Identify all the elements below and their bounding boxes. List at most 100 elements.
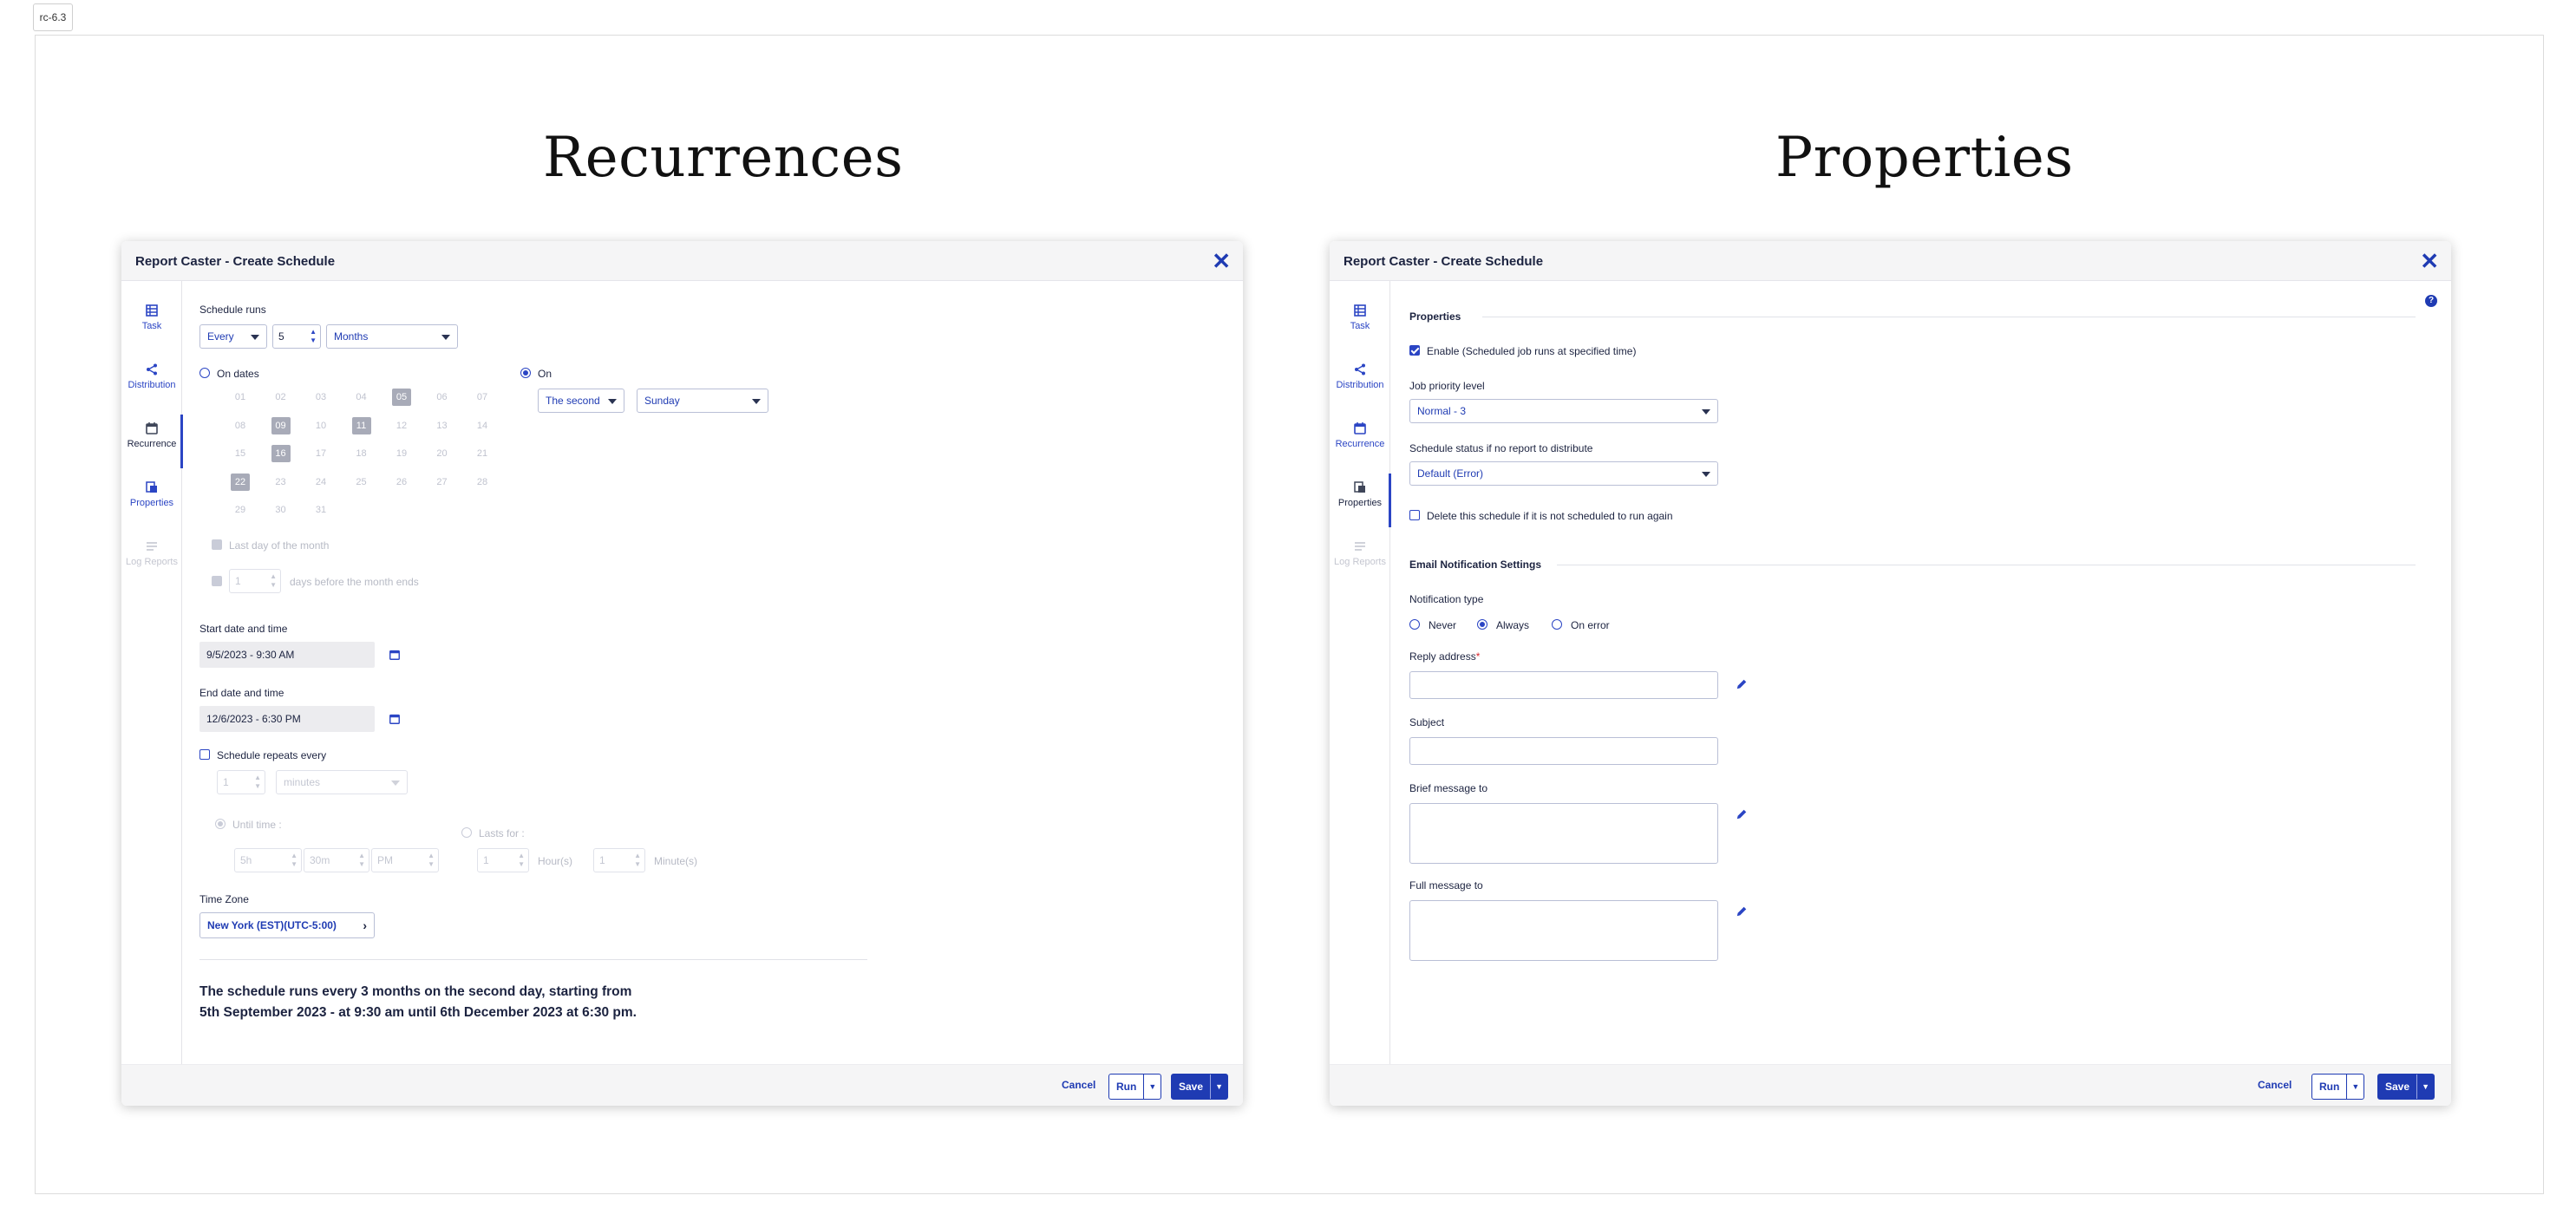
day-cell[interactable]: 15 — [231, 445, 250, 462]
unit-select[interactable]: Months — [326, 324, 458, 349]
day-cell[interactable]: 09 — [271, 416, 291, 434]
frequency-select[interactable]: Every — [199, 324, 267, 349]
until-hour-stepper[interactable]: 5h ▲ ▼ — [234, 848, 302, 872]
notify-never-radio[interactable] — [1409, 619, 1420, 630]
day-cell[interactable]: 10 — [311, 417, 330, 434]
stepper-arrows-icon[interactable]: ▲ ▼ — [518, 852, 525, 869]
stepper-arrows-icon[interactable]: ▲ ▼ — [428, 852, 435, 869]
chevron-down-icon[interactable]: ▼ — [1210, 1074, 1227, 1099]
on-radio[interactable] — [520, 368, 531, 378]
nav-item-properties[interactable]: Properties — [1330, 474, 1391, 527]
day-cell[interactable]: 03 — [311, 389, 330, 406]
edit-pencil-icon[interactable] — [1736, 905, 1748, 918]
day-cell[interactable]: 04 — [352, 389, 371, 406]
stepper-arrows-icon[interactable]: ▲ ▼ — [270, 572, 277, 590]
day-cell[interactable]: 25 — [352, 474, 371, 491]
lasts-for-radio[interactable] — [461, 827, 472, 838]
day-cell[interactable]: 31 — [311, 501, 330, 519]
day-cell[interactable]: 06 — [433, 389, 452, 406]
until-minute-stepper[interactable]: 30m ▲ ▼ — [304, 848, 369, 872]
stepper-arrows-icon[interactable]: ▲ ▼ — [291, 852, 297, 869]
weekday-select[interactable]: Sunday — [637, 389, 768, 413]
repeats-stepper[interactable]: 1 ▲ ▼ — [217, 770, 265, 794]
run-button[interactable]: Run — [2312, 1074, 2346, 1099]
days-before-stepper[interactable]: 1 ▲ ▼ — [229, 569, 281, 593]
last-day-checkbox[interactable] — [212, 539, 222, 550]
day-cell[interactable]: 18 — [352, 445, 371, 462]
calendar-picker-icon[interactable] — [389, 713, 401, 725]
day-cell[interactable]: 22 — [231, 473, 250, 491]
stepper-arrows-icon[interactable]: ▲ ▼ — [254, 774, 261, 791]
lasts-hours-stepper[interactable]: 1 ▲ ▼ — [477, 848, 529, 872]
day-cell[interactable]: 28 — [473, 474, 492, 491]
nav-item-task[interactable]: Task — [121, 297, 182, 350]
lasts-minutes-stepper[interactable]: 1 ▲ ▼ — [593, 848, 645, 872]
day-cell[interactable]: 17 — [311, 445, 330, 462]
stepper-arrows-icon[interactable]: ▲ ▼ — [358, 852, 365, 869]
cancel-button[interactable]: Cancel — [1062, 1079, 1095, 1091]
delete-checkbox[interactable] — [1409, 510, 1420, 520]
day-cell[interactable]: 08 — [231, 417, 250, 434]
day-cell[interactable]: 27 — [433, 474, 452, 491]
end-date-field[interactable]: 12/6/2023 - 6:30 PM — [199, 706, 375, 732]
day-cell[interactable]: 13 — [433, 417, 452, 434]
nav-item-task[interactable]: Task — [1330, 297, 1390, 350]
reply-address-field[interactable] — [1409, 671, 1718, 699]
status-select[interactable]: Default (Error) — [1409, 461, 1718, 486]
day-cell[interactable]: 05 — [392, 389, 411, 406]
day-cell[interactable]: 24 — [311, 474, 330, 491]
chevron-down-icon[interactable]: ▼ — [2346, 1074, 2364, 1099]
until-ampm-stepper[interactable]: PM ▲ ▼ — [371, 848, 439, 872]
full-message-field[interactable] — [1409, 900, 1718, 961]
day-cell[interactable]: 23 — [271, 474, 291, 491]
nav-item-recurrence[interactable]: Recurrence — [1330, 415, 1390, 468]
on-dates-radio[interactable] — [199, 368, 210, 378]
day-cell[interactable]: 07 — [473, 389, 492, 406]
help-icon[interactable]: ? — [2425, 295, 2437, 307]
nav-item-log-reports[interactable]: Log Reports — [1330, 532, 1390, 586]
nav-item-recurrence[interactable]: Recurrence — [121, 415, 183, 468]
subject-field[interactable] — [1409, 737, 1718, 765]
nav-item-distribution[interactable]: Distribution — [1330, 356, 1390, 409]
edit-pencil-icon[interactable] — [1736, 678, 1748, 690]
ordinal-select[interactable]: The second — [538, 389, 624, 413]
notify-always-radio[interactable] — [1477, 619, 1487, 630]
calendar-picker-icon[interactable] — [389, 649, 401, 661]
day-cell[interactable]: 20 — [433, 445, 452, 462]
day-cell[interactable]: 16 — [271, 445, 291, 462]
nav-item-log-reports[interactable]: Log Reports — [121, 532, 182, 586]
close-icon[interactable]: ✕ — [1212, 248, 1231, 274]
nav-item-distribution[interactable]: Distribution — [121, 356, 182, 409]
until-time-radio[interactable] — [215, 819, 226, 829]
stepper-arrows-icon[interactable]: ▲ ▼ — [310, 328, 317, 345]
timezone-button[interactable]: New York (EST)(UTC-5:00) › — [199, 912, 375, 938]
close-icon[interactable]: ✕ — [2420, 248, 2439, 274]
save-button[interactable]: Save — [1172, 1074, 1210, 1099]
repeats-unit-select[interactable]: minutes — [276, 770, 408, 794]
day-cell[interactable]: 14 — [473, 417, 492, 434]
repeats-checkbox[interactable] — [199, 749, 210, 760]
brief-message-field[interactable] — [1409, 803, 1718, 864]
days-before-checkbox[interactable] — [212, 576, 222, 586]
interval-stepper[interactable]: 5 ▲ ▼ — [272, 324, 321, 349]
day-cell[interactable]: 26 — [392, 474, 411, 491]
chevron-down-icon[interactable]: ▼ — [1143, 1074, 1161, 1099]
chevron-down-icon[interactable]: ▼ — [2416, 1074, 2434, 1099]
day-cell[interactable]: 12 — [392, 417, 411, 434]
stepper-arrows-icon[interactable]: ▲ ▼ — [634, 852, 641, 869]
day-cell[interactable]: 30 — [271, 501, 291, 519]
run-button[interactable]: Run — [1109, 1074, 1143, 1099]
day-cell[interactable]: 02 — [271, 389, 291, 406]
notify-on-error-radio[interactable] — [1552, 619, 1562, 630]
day-cell[interactable]: 21 — [473, 445, 492, 462]
start-date-field[interactable]: 9/5/2023 - 9:30 AM — [199, 642, 375, 668]
cancel-button[interactable]: Cancel — [2258, 1079, 2292, 1091]
day-cell[interactable]: 11 — [351, 416, 371, 434]
priority-select[interactable]: Normal - 3 — [1409, 399, 1718, 423]
enable-checkbox[interactable] — [1409, 345, 1420, 356]
day-cell[interactable]: 01 — [231, 389, 250, 406]
day-cell[interactable]: 29 — [231, 501, 250, 519]
save-button[interactable]: Save — [2378, 1074, 2416, 1099]
day-cell[interactable]: 19 — [392, 445, 411, 462]
nav-item-properties[interactable]: Properties — [121, 474, 182, 527]
